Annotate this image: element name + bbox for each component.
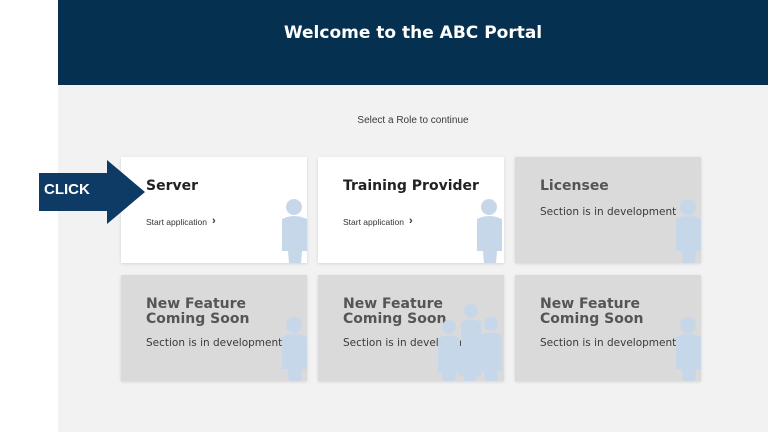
start-application-link[interactable]: Start application ›: [343, 216, 413, 227]
person-icon: [282, 317, 307, 381]
card-title: New Feature Coming Soon: [146, 296, 250, 327]
person-icon: [477, 199, 502, 263]
card-status: Section is in development: [540, 206, 677, 218]
person-icon: [282, 199, 307, 263]
link-label: Start application: [146, 216, 207, 227]
group-icon: [438, 304, 502, 381]
click-label: CLICK: [44, 181, 90, 198]
card-title: Licensee: [540, 178, 609, 194]
role-card-licensee: Licensee Section is in development: [515, 157, 701, 263]
portal-header: Welcome to the ABC Portal: [58, 0, 768, 85]
page-title: Welcome to the ABC Portal: [283, 22, 543, 43]
person-icon: [676, 199, 701, 263]
chevron-right-icon: ›: [408, 215, 413, 227]
person-icon: [676, 317, 701, 381]
role-card-coming-soon-1: New Feature Coming Soon Section is in de…: [121, 275, 307, 381]
card-status: Section is in development: [540, 337, 677, 349]
card-title: Server: [146, 178, 199, 194]
start-application-link[interactable]: Start application ›: [146, 216, 216, 227]
role-card-training-provider[interactable]: Training Provider Start application ›: [318, 157, 504, 263]
card-status: Section is in development: [146, 337, 283, 349]
portal-page: Welcome to the ABC Portal Select a Role …: [58, 0, 768, 432]
link-label: Start application: [343, 216, 404, 227]
role-card-coming-soon-2: New Feature Coming Soon Section is in de…: [318, 275, 504, 381]
card-title: Training Provider: [343, 178, 479, 194]
role-card-coming-soon-3: New Feature Coming Soon Section is in de…: [515, 275, 701, 381]
role-prompt: Select a Role to continue: [357, 115, 469, 126]
chevron-right-icon: ›: [211, 215, 216, 227]
card-title: New Feature Coming Soon: [540, 296, 644, 327]
